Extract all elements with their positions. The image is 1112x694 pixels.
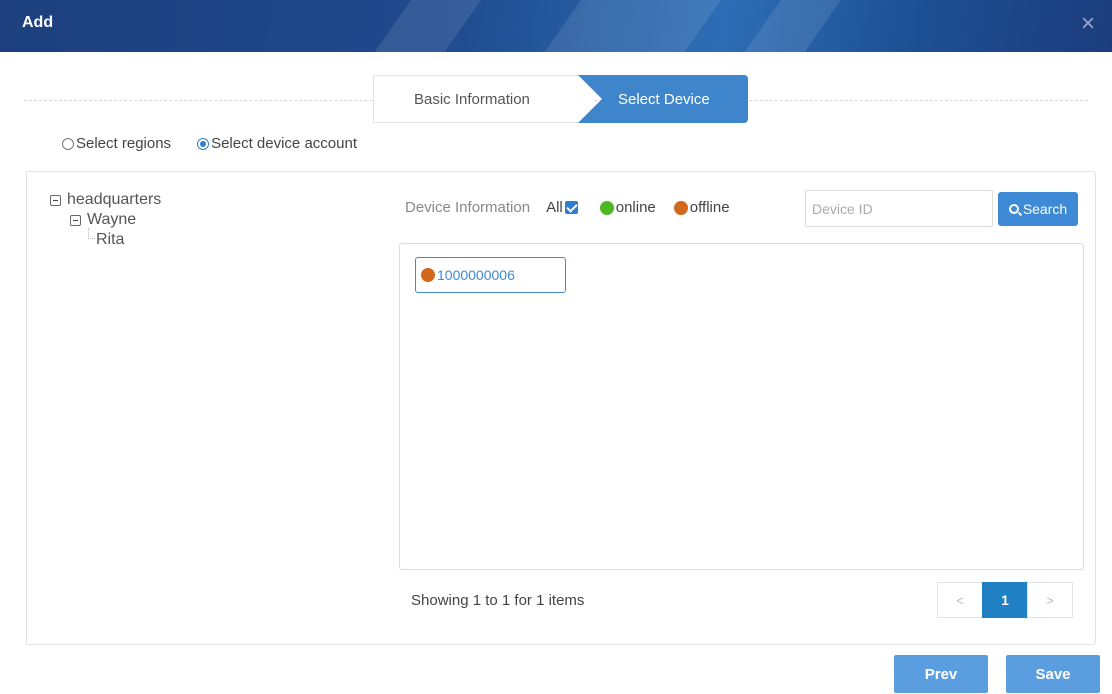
all-label: All	[546, 199, 563, 216]
page-button-current[interactable]: 1	[982, 582, 1028, 618]
radio-select-regions[interactable]: Select regions	[62, 135, 171, 152]
close-icon[interactable]: ×	[1076, 12, 1100, 37]
legend-label: online	[615, 199, 656, 216]
search-button-label: Search	[1022, 201, 1068, 217]
dialog-titlebar: Add ×	[0, 0, 1112, 52]
device-id: 1000000006	[437, 267, 515, 283]
prev-button[interactable]: Prev	[894, 655, 988, 693]
tree-node-headquarters[interactable]: headquarters	[50, 190, 161, 210]
titlebar-decoration	[354, 0, 496, 52]
all-checkbox[interactable]	[564, 201, 578, 214]
titlebar-decoration	[524, 0, 736, 52]
tree-node-label: Wayne	[87, 211, 137, 228]
titlebar-decoration	[724, 0, 856, 52]
pagination-summary: Showing 1 to 1 for 1 items	[411, 592, 585, 609]
radio-select-device-account[interactable]: Select device account	[197, 135, 357, 152]
collapse-icon[interactable]	[70, 214, 81, 226]
save-button[interactable]: Save	[1006, 655, 1100, 693]
device-information-label: Device Information	[405, 199, 531, 216]
radio-unchecked-icon[interactable]	[62, 137, 74, 150]
online-status-icon	[599, 200, 614, 215]
tree-node-label: headquarters	[67, 191, 162, 208]
offline-status-icon	[673, 200, 688, 215]
tree-node-rita[interactable]: Rita	[87, 228, 161, 250]
step-label: Select Device	[618, 90, 710, 108]
step-basic-information[interactable]: Basic Information	[373, 75, 593, 123]
step-select-device[interactable]: Select Device	[578, 75, 748, 123]
legend-label: offline	[689, 199, 730, 216]
legend-online: online	[599, 199, 656, 216]
device-id-input[interactable]	[805, 190, 993, 227]
radio-label: Select regions	[76, 135, 172, 152]
next-page-button[interactable]: >	[1027, 582, 1073, 618]
offline-status-icon	[421, 268, 435, 282]
collapse-icon[interactable]	[50, 194, 61, 206]
radio-checked-icon[interactable]	[197, 137, 210, 150]
search-icon	[1008, 204, 1019, 214]
device-filter-bar: Device Information All online offline	[405, 199, 748, 216]
pagination: < 1 >	[937, 582, 1073, 618]
tree-node-label: Rita	[96, 231, 125, 248]
search-button[interactable]: Search	[998, 192, 1078, 226]
prev-page-button[interactable]: <	[937, 582, 983, 618]
radio-label: Select device account	[211, 135, 357, 152]
tree-node-wayne[interactable]: Wayne	[70, 210, 161, 230]
legend-offline: offline	[673, 199, 730, 216]
step-label: Basic Information	[414, 90, 530, 108]
region-tree: headquarters Wayne Rita	[50, 190, 161, 250]
device-item[interactable]: 1000000006	[415, 257, 566, 293]
selection-mode-group: Select regions Select device account	[62, 135, 357, 152]
dialog-title: Add	[22, 14, 54, 31]
